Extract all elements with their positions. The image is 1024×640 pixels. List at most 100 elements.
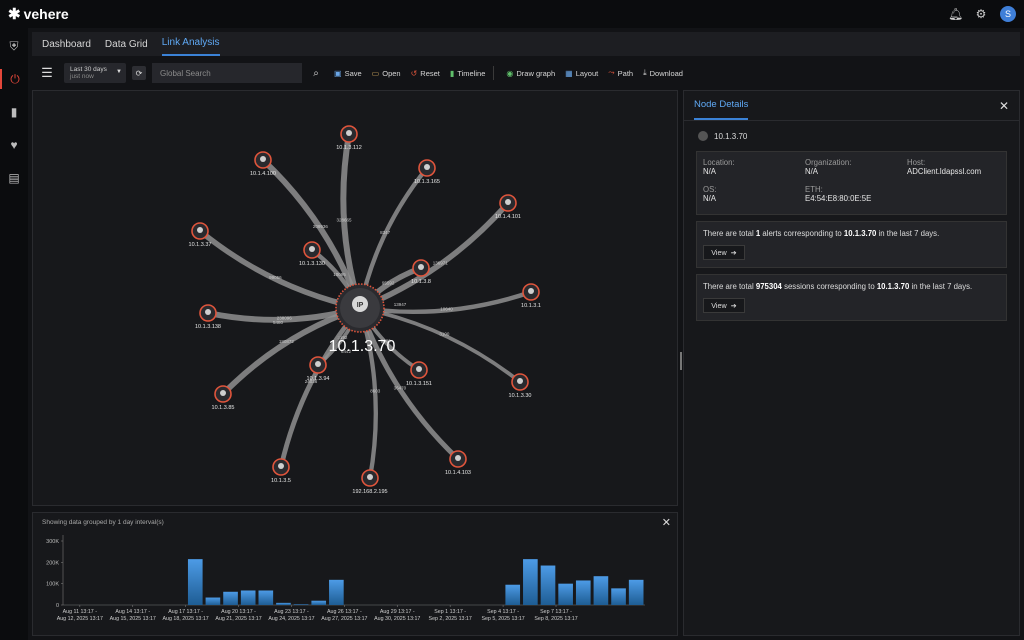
reset-label: Reset [420, 68, 440, 78]
edge-weight-label: 10640 [440, 306, 453, 311]
search-icon[interactable]: ⌕ [308, 68, 324, 79]
location-pin-icon [698, 131, 708, 141]
x-tick-label: Aug 15, 2025 13:17 [110, 616, 156, 622]
menu-icon[interactable]: ☰ [36, 63, 58, 83]
node-pin-icon [260, 156, 266, 162]
arrow-right-icon: ➔ [730, 248, 737, 257]
tab-link-analysis[interactable]: Link Analysis [161, 37, 220, 56]
histogram-bar [258, 590, 274, 605]
node-details-panel: Node Details ✕ 10.1.3.70 Location: N/A Org… [683, 90, 1020, 636]
open-button[interactable]: ▭ Open [372, 69, 401, 78]
global-search-input[interactable] [152, 63, 302, 83]
graph-edge [358, 201, 511, 311]
graph-node[interactable]: 10.1.4.103 [445, 450, 471, 476]
tab-dashboard[interactable]: Dashboard [42, 39, 91, 56]
avatar[interactable]: S [1000, 6, 1016, 22]
graph-node[interactable]: 10.1.3.5 [271, 458, 291, 484]
bar-chart-icon[interactable]: ▮ [0, 102, 28, 122]
path-label: Path [617, 68, 634, 78]
save-button[interactable]: ▣ Save [334, 69, 362, 78]
info-value: N/A [805, 167, 818, 176]
graph-node[interactable]: 10.1.3.165 [414, 159, 440, 185]
histogram-bar [558, 583, 573, 605]
link-graph-svg[interactable]: 328665 209936 8347 136971 99056 10095 95592 106… [33, 91, 679, 507]
x-tick-label: Sep 7 13:17 - [540, 609, 572, 615]
node-pin-icon [424, 164, 430, 170]
details-node-header: 10.1.3.70 [684, 121, 1019, 147]
save-label: Save [344, 68, 362, 78]
power-icon[interactable]: ⏻ [0, 69, 28, 89]
sessions-card: There are total 975304 sessions correspo… [696, 274, 1007, 321]
x-tick-label: Sep 5, 2025 13:17 [481, 616, 524, 622]
main-area: Dashboard Data Grid Link Analysis ☰ Last 3… [32, 32, 1020, 636]
reset-button[interactable]: ↺ Reset [411, 69, 440, 78]
histogram-bar [311, 600, 327, 605]
view-alerts-button[interactable]: View ➔ [703, 245, 745, 260]
y-tick-label: 300K [46, 539, 59, 545]
node-info-grid: Location: N/A Organization: N/A Host: ADClien… [696, 151, 1007, 215]
info-key: Host: [907, 158, 926, 167]
layout-button[interactable]: ▦ Layout [565, 69, 598, 78]
date-range-label: Last 30 days [70, 66, 107, 73]
histogram-bar [187, 559, 203, 605]
pane-splitter[interactable] [680, 352, 682, 370]
graph-node[interactable]: 10.1.3.1 [521, 283, 541, 309]
node-label: 10.1.3.165 [414, 179, 440, 185]
graph-node[interactable]: 10.1.4.100 [250, 151, 276, 177]
node-pin-icon [220, 390, 226, 396]
x-tick-label: Aug 20 13:17 - [221, 609, 256, 615]
refresh-button[interactable]: ⟳ [132, 66, 146, 80]
shield-icon[interactable]: ⛨ [0, 36, 28, 56]
info-field: Location: N/A [703, 158, 805, 181]
x-tick-label: Aug 12, 2025 13:17 [57, 616, 103, 622]
node-label: 10.1.3.5 [271, 478, 291, 484]
gear-icon[interactable]: ⚙ [974, 7, 988, 21]
path-button[interactable]: ⤳ Path [608, 68, 633, 78]
open-label: Open [382, 68, 401, 78]
timeline-button[interactable]: ▮ Timeline [450, 69, 485, 78]
edge-weight-label: 8347 [380, 230, 391, 235]
histogram-bar [593, 576, 609, 605]
node-label: 192.168.2.195 [352, 489, 387, 495]
clipboard-icon[interactable]: ▤ [0, 168, 28, 188]
timeline-label: Timeline [457, 68, 486, 78]
x-tick-label: Aug 23 13:17 - [274, 609, 309, 615]
close-details-icon[interactable]: ✕ [999, 99, 1009, 113]
tab-node-details[interactable]: Node Details [694, 99, 749, 120]
graph-node[interactable]: 10.1.3.112 [336, 125, 362, 151]
node-pin-icon [309, 246, 315, 252]
bell-icon[interactable]: 🔔︎ [948, 7, 963, 21]
folder-icon: ▭ [371, 68, 380, 78]
logo-icon: ✱ [8, 6, 21, 23]
node-label: 10.1.3.138 [195, 324, 221, 330]
logo-text: vehere [23, 6, 69, 22]
save-icon: ▣ [334, 68, 342, 78]
node-pin-icon [416, 366, 422, 372]
arrow-right-icon: ➔ [730, 301, 737, 310]
heart-pulse-icon[interactable]: ♥ [0, 135, 28, 155]
link-graph-canvas[interactable]: 328665 209936 8347 136971 99056 10095 95592 106… [32, 90, 678, 506]
histogram-bar [240, 590, 256, 605]
view-sessions-button[interactable]: View ➔ [703, 298, 745, 313]
graph-node[interactable]: 10.1.3.8 [411, 259, 431, 285]
histogram-bar [276, 602, 291, 605]
download-button[interactable]: ⤓ Download [643, 68, 683, 78]
info-field: ETH: E4:54:E8:80:0E:5E [805, 185, 907, 208]
histogram-bar [329, 579, 344, 605]
info-key: Organization: [805, 158, 852, 167]
graph-node[interactable]: 192.168.2.195 [352, 469, 388, 495]
timeline-icon: ▮ [449, 68, 455, 78]
graph-node[interactable]: 10.1.3.94 [307, 356, 330, 382]
graph-node[interactable]: 10.1.4.101 [495, 194, 521, 220]
histogram-bar [575, 580, 591, 605]
vehere-logo[interactable]: ✱ vehere [8, 5, 69, 23]
node-pin-icon [346, 130, 352, 136]
node-pin-icon [455, 455, 461, 461]
info-value: N/A [703, 194, 716, 203]
draw-graph-button[interactable]: ◉ Draw graph [506, 69, 555, 78]
tab-data-grid[interactable]: Data Grid [105, 39, 148, 56]
top-bar: ✱ vehere 🔔︎ ⚙ S [0, 0, 1024, 28]
info-key: OS: [703, 185, 717, 194]
histogram-bar [611, 588, 626, 605]
date-range-select[interactable]: Last 30 days just now ▼ [64, 63, 126, 83]
